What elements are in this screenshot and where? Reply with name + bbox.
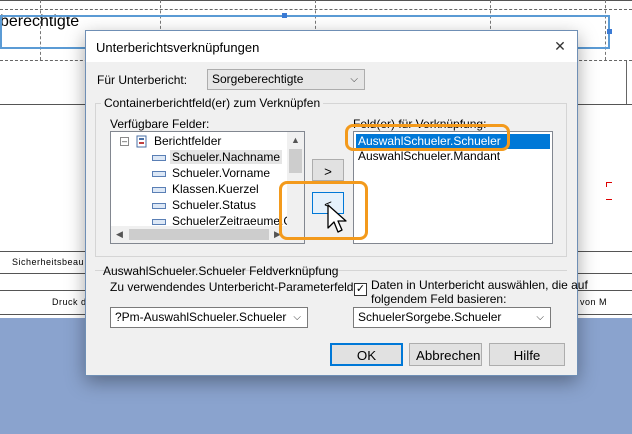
available-fields-tree[interactable]: – Berichtfelder Schueler.Nachname Schuel… [110,131,305,244]
select-data-label-line2: folgendem Feld basieren: [371,292,507,306]
tree-item-label: Schueler.Status [172,198,257,212]
tree-item[interactable]: Schueler.Vorname [152,165,272,181]
horizontal-scrollbar[interactable]: ◀ ▶ [111,226,304,243]
collapse-icon[interactable]: – [120,137,129,146]
add-field-button[interactable]: > [312,159,344,181]
scrollbar-thumb[interactable] [289,149,302,173]
resize-handle[interactable] [282,13,287,18]
highlight-remove-button [279,181,368,240]
mouse-cursor-icon [327,204,347,233]
param-field-select[interactable]: ?Pm-AuswahlSchueler.Schueler ⌵ [110,307,308,328]
tree-item[interactable]: Schueler.Nachname [152,149,283,165]
field-icon [152,186,166,193]
param-field-label: Zu verwendendes Unterbericht-Parameterfe… [110,280,357,294]
param-field-value: ?Pm-AuswahlSchueler.Schueler [115,310,287,324]
field-icon [152,202,166,209]
select-data-checkbox[interactable]: ✓ [354,283,367,296]
tree-item[interactable]: Klassen.Kuerzel [152,181,261,197]
tree-root-label[interactable]: Berichtfelder [154,133,221,149]
subreport-label: Für Unterbericht: [97,73,188,87]
margin-marker [606,199,612,200]
select-field-value: SchuelerSorgebe.Schueler [358,310,502,324]
margin-marker [606,182,607,187]
report-label-von[interactable]: von M [580,297,607,307]
field-icon [152,154,166,161]
tree-item-label: Schueler.Nachname [170,150,283,164]
container-group-title: Containerberichtfeld(er) zum Verknüpfen [101,96,324,110]
cancel-button[interactable]: Abbrechen [409,343,482,366]
available-fields-label: Verfügbare Felder: [110,117,210,131]
chevron-down-icon: ⌵ [293,312,301,323]
field-icon [152,218,166,225]
select-data-label-line1: Daten in Unterbericht auswählen, die auf [371,278,588,292]
dialog-titlebar[interactable]: Unterberichtsverknüpfungen ✕ [86,31,577,62]
close-icon[interactable]: ✕ [549,36,571,56]
section-line [626,60,627,104]
section-line [0,0,632,1]
tree-item-label: Schueler.Vorname [172,166,271,180]
subreport-select-value: Sorgeberechtigte [212,72,304,86]
chevron-down-icon: ⌵ [536,312,544,323]
list-item[interactable]: AuswahlSchueler.Mandant [356,149,500,164]
subreport-links-dialog: Unterberichtsverknüpfungen ✕ Für Unterbe… [85,30,588,376]
scrollbar-thumb[interactable] [129,229,269,240]
field-icon [152,170,166,177]
guide-line [0,9,632,10]
chevron-down-icon: ⌵ [350,74,358,85]
report-label-druck[interactable]: Druck d [52,297,87,307]
tree-item[interactable]: Schueler.Status [152,197,258,213]
resize-handle[interactable] [607,29,612,34]
scroll-left-icon[interactable]: ◀ [111,226,128,243]
help-button[interactable]: Hilfe [489,343,565,366]
ok-button[interactable]: OK [330,343,403,366]
report-fields-icon [136,135,149,148]
report-label-left[interactable]: Sicherheitsbeau [12,257,84,267]
dialog-title: Unterberichtsverknüpfungen [96,40,260,55]
tree-item-label: Klassen.Kuerzel [172,182,259,196]
select-field-select[interactable]: SchuelerSorgebe.Schueler ⌵ [353,307,551,328]
highlight-selected-link-field [345,124,510,151]
field-link-group-title: AuswahlSchueler.Schueler Feldverknüpfung [103,264,339,278]
scroll-up-icon[interactable]: ▲ [287,132,304,149]
subreport-select[interactable]: Sorgeberechtigte ⌵ [207,69,365,90]
